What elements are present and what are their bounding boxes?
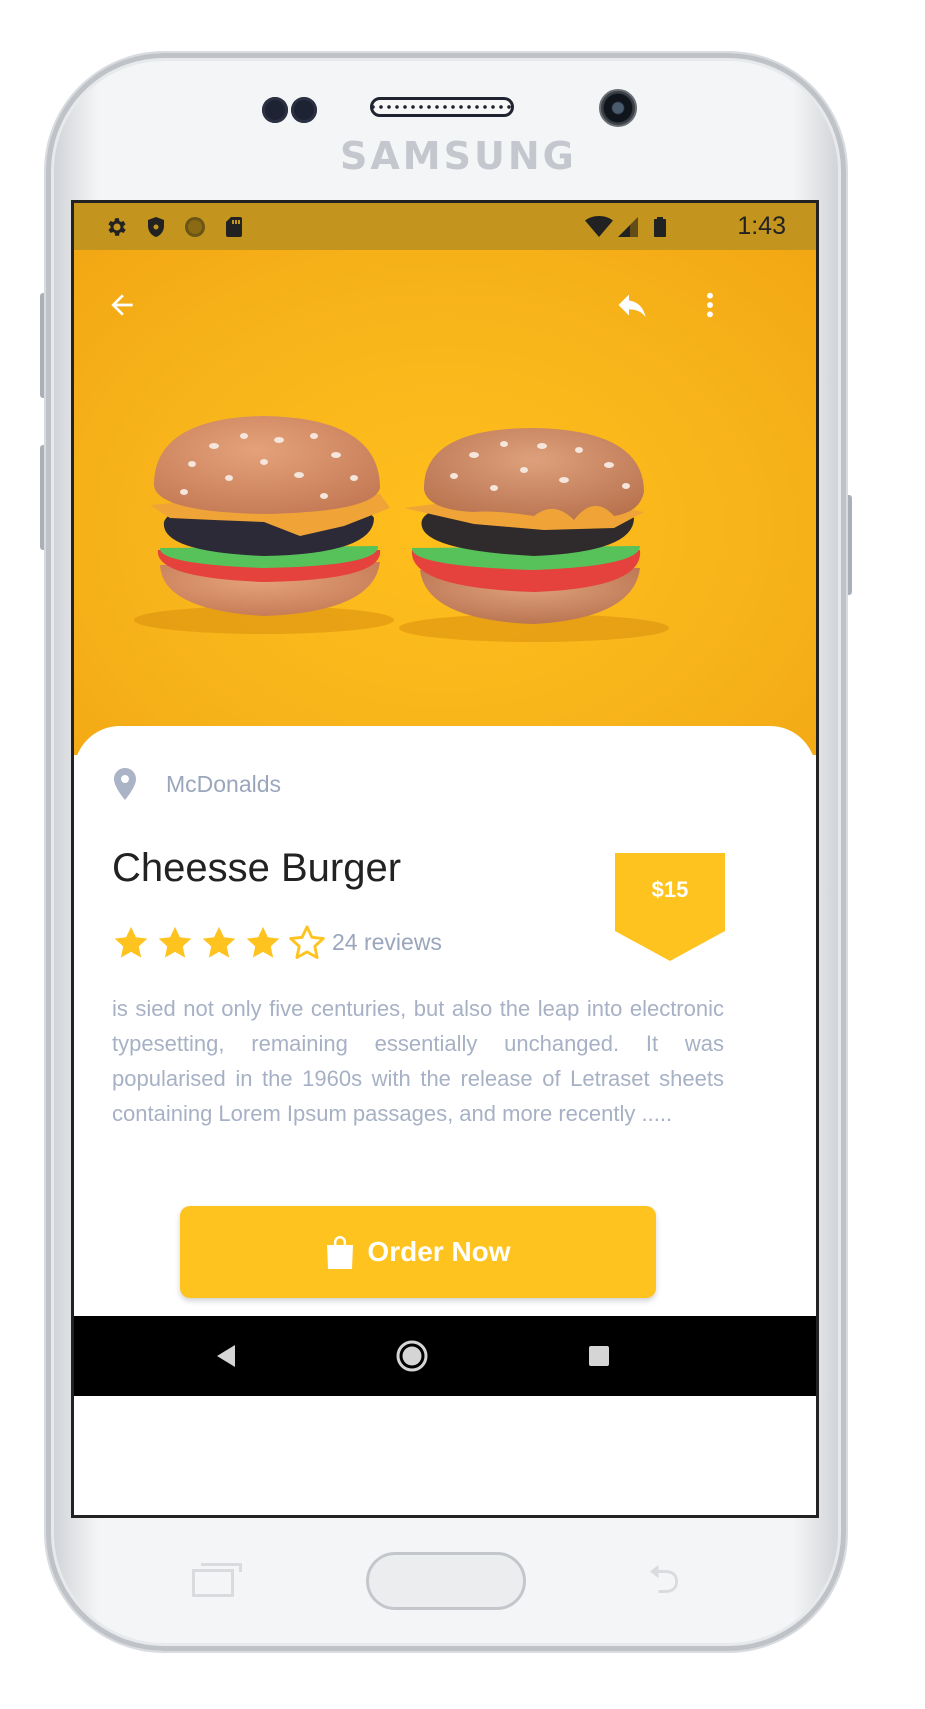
nav-home-icon [396,1340,428,1372]
star-outline-icon [289,925,325,959]
signal-icon [618,217,638,237]
back-arrow-icon [111,294,133,316]
sensor-icon [262,97,288,123]
product-description: is sied not only five centuries, but als… [112,996,724,1126]
order-now-label: Order Now [367,1236,511,1267]
order-now-button[interactable]: Order Now [180,1206,656,1298]
review-count[interactable]: 24 reviews [332,929,442,956]
star-filled-icon [114,926,148,958]
price-value: $15 [651,877,689,902]
nav-back-icon [217,1345,235,1367]
product-image [74,250,816,755]
wifi-icon [585,216,613,237]
star-filled-icon [246,926,280,958]
product-title: Cheesse Burger [112,846,402,890]
restaurant-name: McDonalds [166,770,282,797]
hardware-home-button[interactable] [366,1552,526,1610]
brand-logo: SAMSUNG [340,134,577,178]
status-bar: 1:43 [74,203,816,250]
nav-home-button[interactable] [392,1336,432,1376]
status-time: 1:43 [737,212,786,240]
price-banner-shape [615,853,725,961]
hardware-back-icon[interactable]: ⮌ [648,1560,680,1600]
sd-card-icon [226,217,242,237]
more-vert-icon [707,292,713,318]
nav-recents-button[interactable] [579,1336,619,1376]
settings-icon [108,218,126,236]
share-icon [618,294,646,317]
more-options-button[interactable] [688,283,732,327]
price-tag: $15 [615,853,725,965]
share-button[interactable] [610,283,654,327]
earpiece-speaker [370,97,514,117]
app-screen: 1:43 McDonalds Cheesse Burger 24 reviews… [71,200,819,1518]
front-camera-icon [599,89,637,127]
sensor-icon [291,97,317,123]
nav-recents-icon [589,1346,609,1366]
shopping-bag-icon [327,1236,354,1269]
nav-back-button[interactable] [206,1336,246,1376]
rating-stars [112,924,332,962]
location-pin-icon [114,768,136,800]
shield-icon [148,217,164,237]
circle-icon [185,217,205,237]
star-filled-icon [202,926,236,958]
back-button[interactable] [100,283,144,327]
star-filled-icon [158,926,192,958]
battery-icon [654,217,666,237]
restaurant-location: McDonalds [114,766,281,802]
navigation-bar [74,1316,816,1396]
hardware-recents-icon[interactable] [192,1563,242,1597]
